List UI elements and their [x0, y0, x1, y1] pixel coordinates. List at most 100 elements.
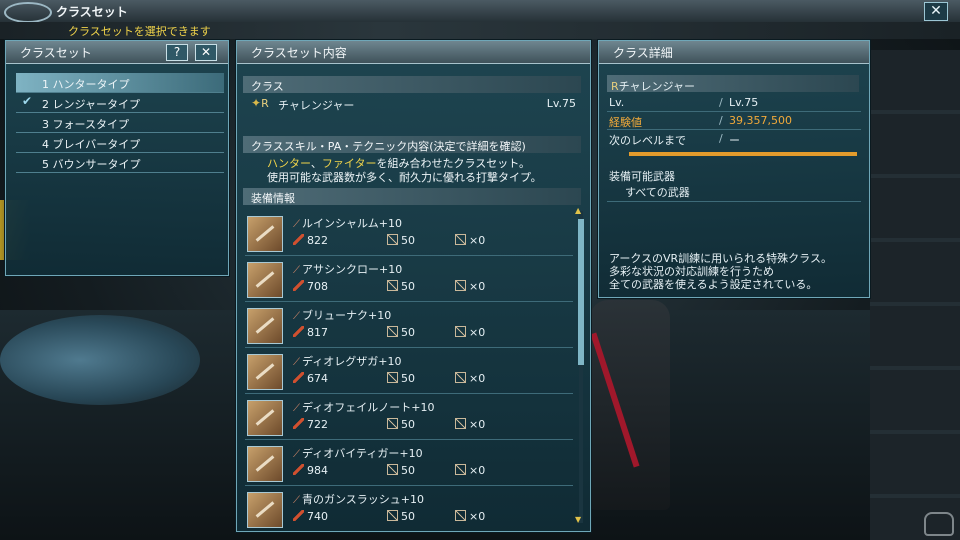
attack-icon [293, 326, 304, 337]
class-set-description: ハンター、ファイターを組み合わせたクラスセット。 使用可能な武器数が多く、耐久力… [267, 157, 542, 185]
attack-icon [293, 234, 304, 245]
list-item-label: 1 ハンタータイプ [42, 78, 130, 91]
hint-text: クラスセットを選択できます [68, 25, 211, 38]
class-set-item-5[interactable]: 5 バウンサータイプ [16, 153, 224, 173]
weapon-attack: 740 [293, 510, 328, 523]
slot-icon [455, 234, 466, 245]
class-set-list: 1 ハンタータイプ ✔ 2 レンジャータイプ 3 フォースタイプ 4 ブレイバー… [16, 73, 224, 173]
weapon-stat-3: ×0 [455, 234, 485, 247]
slot-icon [455, 464, 466, 475]
window-close-button[interactable]: ✕ [924, 2, 948, 21]
attack-icon [293, 280, 304, 291]
class-detail-title: クラス詳細 [613, 46, 673, 60]
class-set-item-3[interactable]: 3 フォースタイプ [16, 113, 224, 133]
weapon-attack: 722 [293, 418, 328, 431]
attack-icon [293, 418, 304, 429]
equip-section-header: 装備情報 [243, 188, 581, 205]
player-character [590, 300, 670, 510]
class-set-contents-panel: クラスセット内容 クラス ✦R チャレンジャー Lv.75 クラススキル・PA・… [236, 40, 591, 532]
weapon-attack: 984 [293, 464, 328, 477]
list-item-label: 4 ブレイバータイプ [42, 138, 141, 151]
equipment-row[interactable]: ⟋ ディオフェイルノート+10 722 50 ×0 [245, 394, 573, 440]
equipment-row[interactable]: ⟋ ディオバイティガー+10 984 50 ×0 [245, 440, 573, 486]
equipment-row[interactable]: ⟋ 青のガンスラッシュ+10 740 50 ×0 [245, 486, 573, 531]
skill-section-header[interactable]: クラススキル・PA・テクニック内容(決定で詳細を確認) [243, 136, 581, 153]
weapon-name: ⟋ ディオレグザガ+10 [293, 355, 402, 368]
attack-icon [293, 464, 304, 475]
equipment-row[interactable]: ⟋ ブリューナク+10 817 50 ×0 [245, 302, 573, 348]
class-summary-row: ✦R チャレンジャー Lv.75 [251, 96, 576, 112]
panel-close-button[interactable]: ✕ [195, 44, 217, 61]
class-set-item-4[interactable]: 4 ブレイバータイプ [16, 133, 224, 153]
weapon-thumbnail-icon [247, 492, 283, 528]
weapon-thumbnail-icon [247, 400, 283, 436]
equipment-row[interactable]: ⟋ ディオレグザガ+10 674 50 ×0 [245, 348, 573, 394]
class-level: Lv.75 [546, 97, 576, 110]
weapon-stat-2: 50 [387, 372, 415, 385]
detail-row-next: 次のレベルまで / ー [609, 132, 740, 147]
weapon-name: ⟋ ルインシャルム+10 [293, 217, 402, 230]
equippable-weapons-value: すべての武器 [625, 186, 690, 199]
slot-icon [455, 326, 466, 337]
skill-section-label: クラススキル・PA・テクニック内容(決定で詳細を確認) [251, 140, 526, 153]
element-icon [387, 234, 398, 245]
weapon-thumbnail-icon [247, 216, 283, 252]
weapon-stat-2: 50 [387, 510, 415, 523]
experience-progress-bar [629, 152, 857, 156]
description-line-1: ハンター、ファイターを組み合わせたクラスセット。 [267, 157, 531, 170]
weapon-stat-3: ×0 [455, 464, 485, 477]
slot-icon [455, 280, 466, 291]
class-emblem-icon: ✦R [251, 96, 269, 110]
attack-icon [293, 510, 304, 521]
weapon-attack: 674 [293, 372, 328, 385]
weapon-stat-3: ×0 [455, 418, 485, 431]
weapon-thumbnail-icon [247, 354, 283, 390]
weapon-name: ⟋ ディオフェイルノート+10 [293, 401, 435, 414]
background-water [0, 315, 200, 405]
list-item-label: 2 レンジャータイプ [42, 98, 140, 111]
class-set-panel-header: クラスセット ? ✕ [6, 41, 228, 64]
class-detail-name: Rチャレンジャー [611, 80, 695, 93]
help-button[interactable]: ? [166, 44, 188, 61]
element-icon [387, 326, 398, 337]
weapon-thumbnail-icon [247, 262, 283, 298]
equipment-row[interactable]: ⟋ アサシンクロー+10 708 50 ×0 [245, 256, 573, 302]
weapon-name: ⟋ ブリューナク+10 [293, 309, 392, 322]
window-titlebar: クラスセット ✕ [0, 0, 960, 23]
slot-icon [455, 418, 466, 429]
weapon-thumbnail-icon [247, 446, 283, 482]
class-section-label: クラス [251, 80, 284, 93]
attack-icon [293, 372, 304, 383]
weapon-stat-3: ×0 [455, 326, 485, 339]
slot-icon [455, 510, 466, 521]
element-icon [387, 464, 398, 475]
scrollbar-thumb[interactable] [578, 219, 584, 365]
list-item-label: 5 バウンサータイプ [42, 158, 141, 171]
class-emblem-icon: R [611, 80, 619, 93]
element-icon [387, 280, 398, 291]
check-icon: ✔ [22, 94, 33, 108]
weapon-attack: 708 [293, 280, 328, 293]
class-set-panel-title: クラスセット [20, 46, 92, 60]
scroll-up-arrow-icon[interactable]: ▲ [575, 206, 581, 215]
class-set-item-1[interactable]: 1 ハンタータイプ [16, 73, 224, 93]
equipment-row[interactable]: ⟋ ルインシャルム+10 822 50 ×0 [245, 210, 573, 256]
scroll-down-arrow-icon[interactable]: ▼ [575, 515, 581, 524]
list-item-label: 3 フォースタイプ [42, 118, 129, 131]
weapon-stat-3: ×0 [455, 280, 485, 293]
class-name: チャレンジャー [278, 99, 355, 112]
background-wall [870, 50, 960, 540]
weapon-stat-3: ×0 [455, 510, 485, 523]
description-line-2: 使用可能な武器数が多く、耐久力に優れる打撃タイプ。 [267, 171, 542, 184]
menu-ring-icon [4, 2, 52, 23]
weapon-attack: 817 [293, 326, 328, 339]
weapon-stat-2: 50 [387, 280, 415, 293]
class-set-item-2[interactable]: ✔ 2 レンジャータイプ [16, 93, 224, 113]
weapon-name: ⟋ アサシンクロー+10 [293, 263, 403, 276]
watermark-logo [924, 512, 954, 536]
weapon-thumbnail-icon [247, 308, 283, 344]
equipment-list: ⟋ ルインシャルム+10 822 50 ×0 ⟋ アサシンクロー+10 708 50… [245, 210, 573, 531]
divider [607, 201, 861, 202]
weapon-stat-3: ×0 [455, 372, 485, 385]
class-detail-header: クラス詳細 [599, 41, 869, 64]
